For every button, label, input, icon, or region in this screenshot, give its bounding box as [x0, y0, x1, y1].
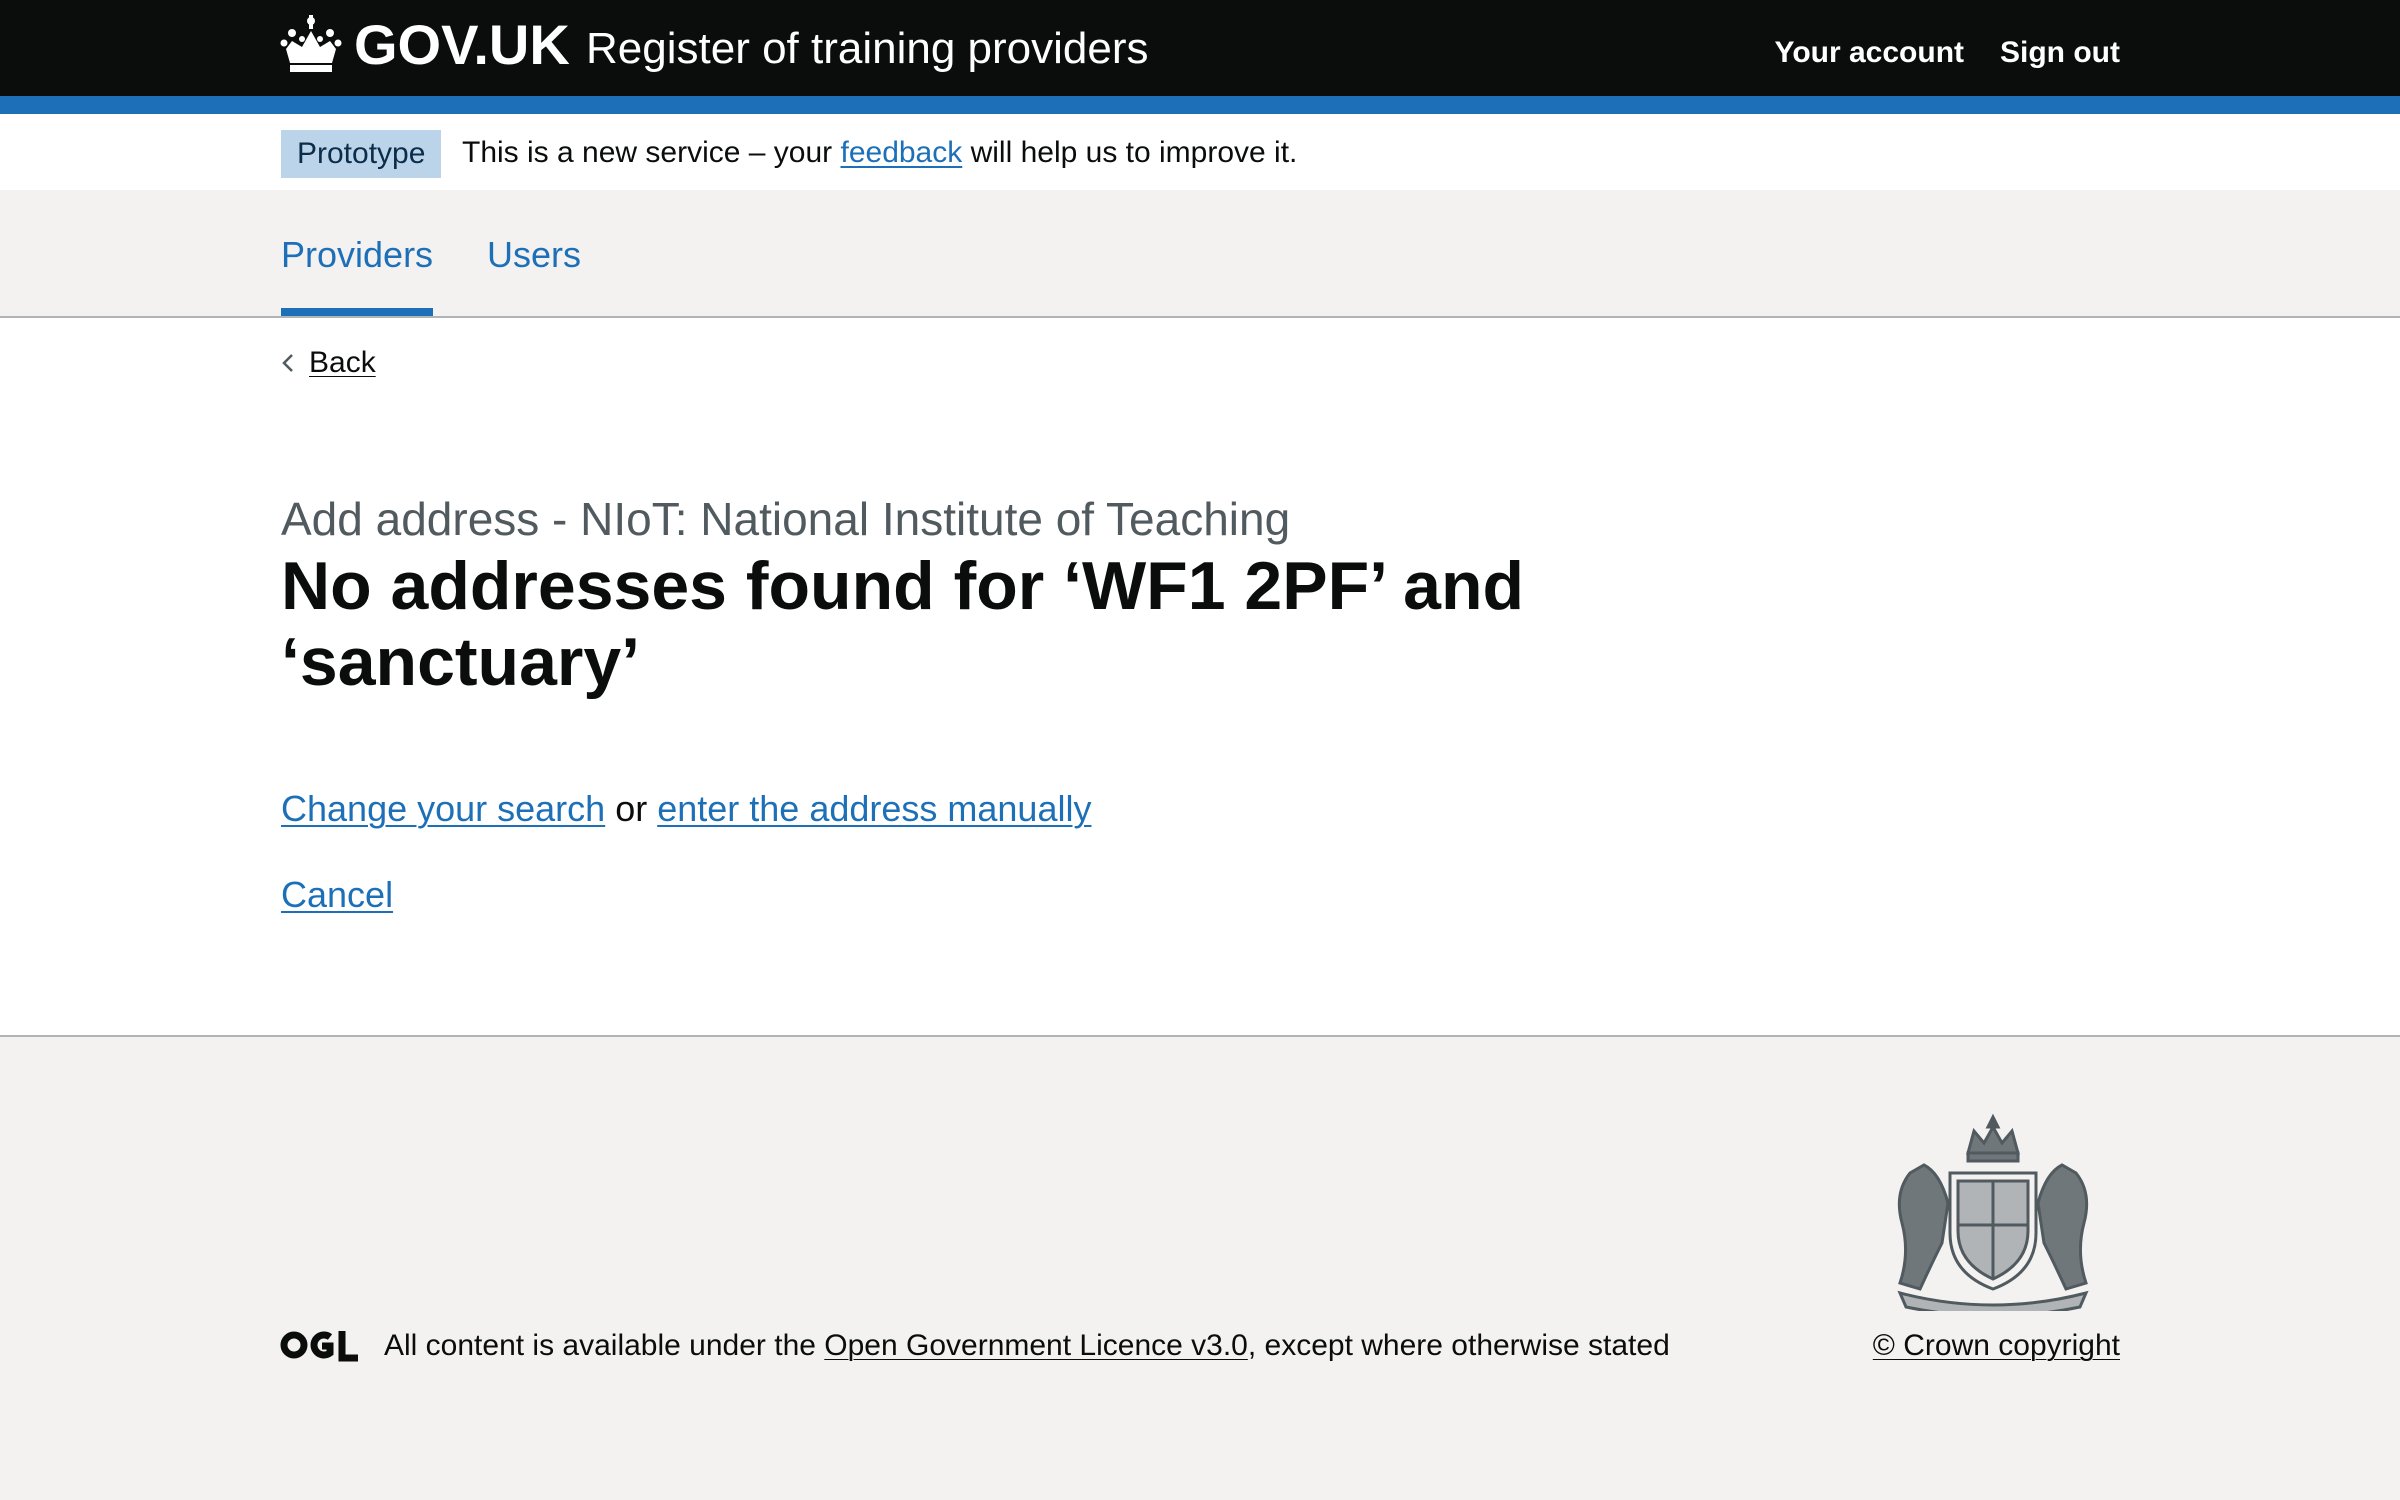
open-government-licence-link[interactable]: Open Government Licence v3.0: [824, 1329, 1248, 1362]
page-title: No addresses found for ‘WF1 2PF’ and ‘sa…: [281, 548, 1525, 700]
page-caption: Add address - NIoT: National Institute o…: [281, 493, 1291, 545]
royal-coat-of-arms-icon: [1897, 1113, 2089, 1311]
phase-tag: Prototype: [281, 130, 442, 178]
govuk-logo-text: GOV.UK: [354, 13, 570, 76]
search-actions: Change your search or enter the address …: [281, 788, 1091, 830]
back-link[interactable]: Back: [309, 346, 376, 380]
crown-icon: [280, 14, 342, 72]
back-link-container: Back: [281, 346, 376, 380]
crown-copyright-link[interactable]: © Crown copyright: [1873, 1329, 2120, 1362]
nav-item-providers[interactable]: Providers: [281, 234, 434, 316]
chevron-left-icon: [282, 354, 293, 372]
phase-text-after: will help us to improve it.: [962, 136, 1298, 169]
nav-item-users[interactable]: Users: [487, 234, 581, 276]
licence-text-after: , except where otherwise stated: [1247, 1329, 1670, 1362]
licence-statement: All content is available under the Open …: [384, 1329, 1670, 1363]
ogl-logo-icon: [280, 1331, 358, 1362]
sign-out-link[interactable]: Sign out: [2000, 36, 2120, 70]
copyright-container: © Crown copyright: [1873, 1329, 2120, 1363]
change-search-link[interactable]: Change your search: [281, 788, 605, 829]
licence-text-before: All content is available under the: [384, 1329, 825, 1362]
enter-address-manually-link[interactable]: enter the address manually: [657, 788, 1091, 829]
site-footer: All content is available under the Open …: [0, 1035, 2400, 1500]
phase-banner-text: This is a new service – your feedback wi…: [462, 136, 1297, 170]
cancel-link[interactable]: Cancel: [281, 874, 393, 915]
feedback-link[interactable]: feedback: [840, 136, 962, 169]
your-account-link[interactable]: Your account: [1775, 36, 1964, 70]
phase-banner: Prototype This is a new service – your f…: [0, 114, 2400, 190]
service-name[interactable]: Register of training providers: [586, 24, 1148, 74]
account-nav: Your account Sign out: [1775, 36, 2120, 70]
cancel-container: Cancel: [281, 874, 393, 916]
header-blue-bar: [0, 96, 2400, 114]
or-text: or: [605, 788, 658, 829]
site-header: GOV.UK Register of training providers Yo…: [0, 0, 2400, 96]
govuk-logo-link[interactable]: GOV.UK: [280, 12, 570, 77]
primary-navigation: Providers Users: [0, 190, 2400, 318]
phase-text-before: This is a new service – your: [462, 136, 841, 169]
